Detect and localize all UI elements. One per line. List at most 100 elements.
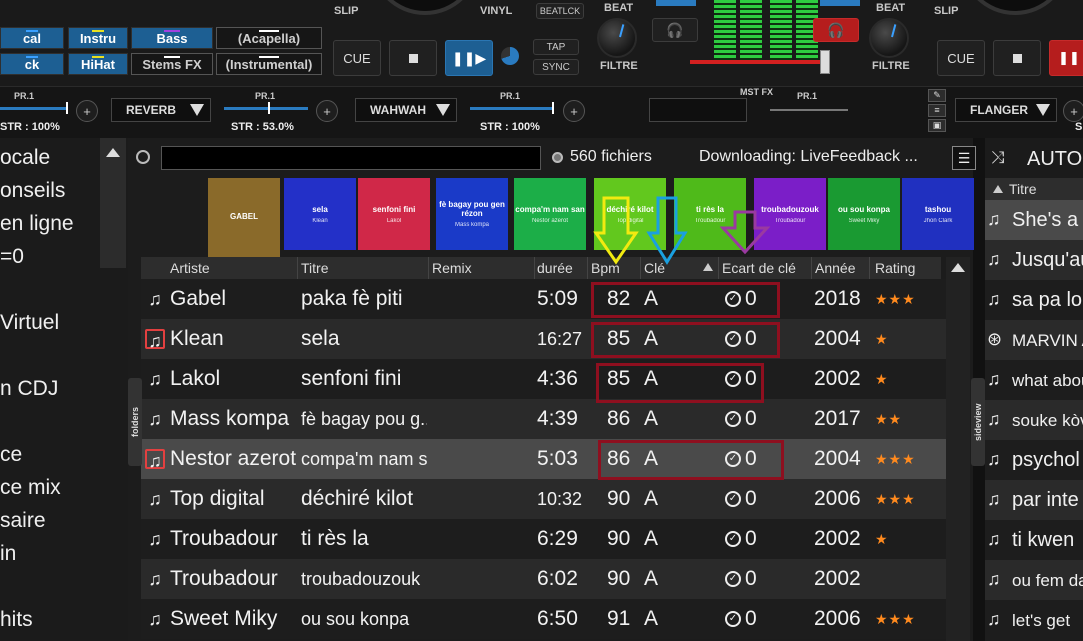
crossfader-track [690, 60, 820, 64]
automix-item[interactable]: ♫ souke kòv [985, 400, 1083, 440]
shuffle-icon[interactable]: ⤨ [991, 148, 1005, 168]
right-platter[interactable] [960, 0, 1070, 15]
rating-stars[interactable]: ★★★ [875, 611, 916, 628]
sample-pad-7[interactable]: Stems FX [131, 53, 213, 75]
tap-button[interactable]: TAP [533, 39, 579, 55]
automix-item[interactable]: ♫ Jusqu'au [985, 240, 1083, 280]
sidebar-item[interactable]: ce mix [0, 476, 61, 500]
scroll-up-icon[interactable] [951, 263, 965, 272]
beatlock-button[interactable]: BEATLCK [536, 3, 584, 19]
sample-pad-1[interactable]: cal [0, 27, 64, 49]
filter-knob-right[interactable] [869, 18, 909, 58]
fx-left-pr: PR.1 [14, 91, 35, 101]
headphone-button-left[interactable]: 🎧 [652, 18, 698, 42]
table-row[interactable]: ♫Nestor azerotcompa'm nam san5:0386A2004… [141, 439, 946, 479]
sync-button[interactable]: SYNC [533, 59, 579, 75]
cell-year: 2017 [814, 407, 861, 430]
sample-pad-4[interactable]: (Acapella) [216, 27, 322, 49]
fx-flanger-add-button[interactable]: + [1063, 100, 1083, 122]
sample-pad-3[interactable]: Bass [131, 27, 213, 49]
table-row[interactable]: ♫ Lakol senfoni fini 4:36 85 A 2002 ✓ 0 ★ [141, 359, 946, 399]
sidebar-item[interactable]: saire [0, 509, 46, 533]
fx-wahwah-slider-knob[interactable] [552, 102, 554, 114]
fx-select-reverb[interactable]: REVERB [111, 98, 211, 122]
table-scrollbar[interactable] [946, 257, 970, 641]
table-row[interactable]: ♫ Mass kompa fè bagay pou g... 4:39 86 A 2017 ✓… [141, 399, 946, 439]
cell-key: A [644, 407, 659, 430]
cue-button-left[interactable]: CUE [333, 40, 381, 76]
sidebar-item[interactable]: hits [0, 608, 33, 632]
fx-wahwah-add-button[interactable]: + [563, 100, 585, 122]
fx-select-wahwah[interactable]: WAHWAH [355, 98, 457, 122]
music-note-icon: ♫ [148, 609, 162, 629]
table-row[interactable]: ♫ Troubadour ti rès la 6:29 90 A 2002 ✓ 0 ★ [141, 519, 946, 559]
table-row[interactable]: ♫ Sweet Miky ou sou konpa 6:50 91 A 2006 ✓ 0 ★★★ [141, 599, 946, 639]
fx-left-slider-knob[interactable] [66, 102, 68, 114]
automix-item[interactable]: ♫ sa pa lo [985, 280, 1083, 320]
stop-button-left[interactable] [389, 40, 437, 76]
crossfader-handle[interactable] [820, 50, 830, 74]
sidebar-item[interactable]: ce [0, 443, 22, 467]
folders-tab[interactable]: folders [128, 378, 142, 466]
rating-stars[interactable]: ★★ [875, 411, 902, 428]
fx-left-add-button[interactable]: + [76, 100, 98, 122]
stop-button-right[interactable] [993, 40, 1041, 76]
mst-fx-slider[interactable] [770, 109, 848, 111]
sample-pad-2[interactable]: Instru [68, 27, 128, 49]
scroll-up-icon[interactable] [106, 148, 120, 157]
automix-item[interactable]: ♫ She's a [985, 200, 1083, 240]
automix-item[interactable]: ♫ let's get [985, 600, 1083, 640]
fx-wahwah-slider[interactable] [470, 107, 554, 110]
music-note-icon: ♫ [145, 449, 165, 471]
fx-left-slider[interactable] [0, 107, 68, 110]
rating-stars[interactable]: ★★★ [875, 491, 916, 508]
sidebar-scrollbar[interactable] [100, 138, 126, 268]
rating-stars[interactable]: ★★★ [875, 451, 916, 468]
mst-fx-select[interactable] [649, 98, 747, 122]
rating-stars[interactable]: ★ [875, 371, 889, 388]
play-pause-button-right[interactable]: ❚❚ [1049, 40, 1083, 76]
table-row[interactable]: ♫ Troubadour troubadouzouk 6:02 90 A 2002 ✓ 0 [141, 559, 946, 599]
sample-pad-8[interactable]: (Instrumental) [216, 53, 322, 75]
automix-item[interactable]: ♫ par inte [985, 480, 1083, 520]
sample-pad-5[interactable]: ck [0, 53, 64, 75]
headphone-button-right[interactable]: 🎧 [813, 18, 859, 42]
automix-item[interactable]: ♫ ou fem da [985, 560, 1083, 600]
sidebar-item[interactable]: n CDJ [0, 377, 58, 401]
cue-button-right[interactable]: CUE [937, 40, 985, 76]
table-row[interactable]: ♫ Klean sela 16:27 85 A 2004 ✓ 0 ★ [141, 319, 946, 359]
sample-pad-label: HiHat [81, 56, 115, 72]
sidebar-item[interactable]: =0 [0, 245, 24, 269]
automix-item-title: what abou [1012, 371, 1083, 390]
sideview-tab[interactable]: sideview [971, 378, 985, 466]
automix-item[interactable]: ♫ what abou [985, 360, 1083, 400]
fx-reverb-slider-knob[interactable] [268, 102, 270, 114]
music-note-icon: ♫ [145, 329, 165, 351]
sliders-icon[interactable]: ≡ [928, 104, 946, 117]
automix-item[interactable]: ⊛ MARVIN A [985, 320, 1083, 360]
annotation-arrows [593, 196, 771, 265]
automix-item[interactable]: ♫ ti kwen [985, 520, 1083, 560]
rating-stars[interactable]: ★ [875, 531, 889, 548]
cell-artist: Troubadour [170, 527, 278, 550]
automix-item[interactable]: ♫ psychol [985, 440, 1083, 480]
sample-pad-6[interactable]: HiHat [68, 53, 128, 75]
sidebar-item[interactable]: onseils [0, 179, 65, 203]
rating-stars[interactable]: ★ [875, 331, 889, 348]
table-row[interactable]: ♫ Top digital déchiré kilot 10:32 90 A 2006 ✓ 0 ★… [141, 479, 946, 519]
left-platter[interactable] [370, 0, 480, 15]
sidebar-item[interactable]: ocale [0, 146, 50, 170]
fx-reverb-add-button[interactable]: + [316, 100, 338, 122]
music-note-icon: ♫ [987, 249, 1001, 269]
fx-select-flanger[interactable]: FLANGER [955, 98, 1057, 122]
sidebar-item[interactable]: Virtuel [0, 311, 59, 335]
play-pause-button-left[interactable]: ❚❚▶ [445, 40, 493, 76]
col-titre[interactable]: Titre [1009, 181, 1036, 197]
filter-knob-left[interactable] [597, 18, 637, 58]
sidebar-item[interactable]: in [0, 542, 16, 566]
pencil-icon[interactable]: ✎ [928, 89, 946, 102]
fx-reverb-slider[interactable] [224, 107, 308, 110]
cell-artist: Lakol [170, 367, 221, 390]
sidebar-item[interactable]: en ligne [0, 212, 74, 236]
lock-icon[interactable]: ▣ [928, 119, 946, 132]
